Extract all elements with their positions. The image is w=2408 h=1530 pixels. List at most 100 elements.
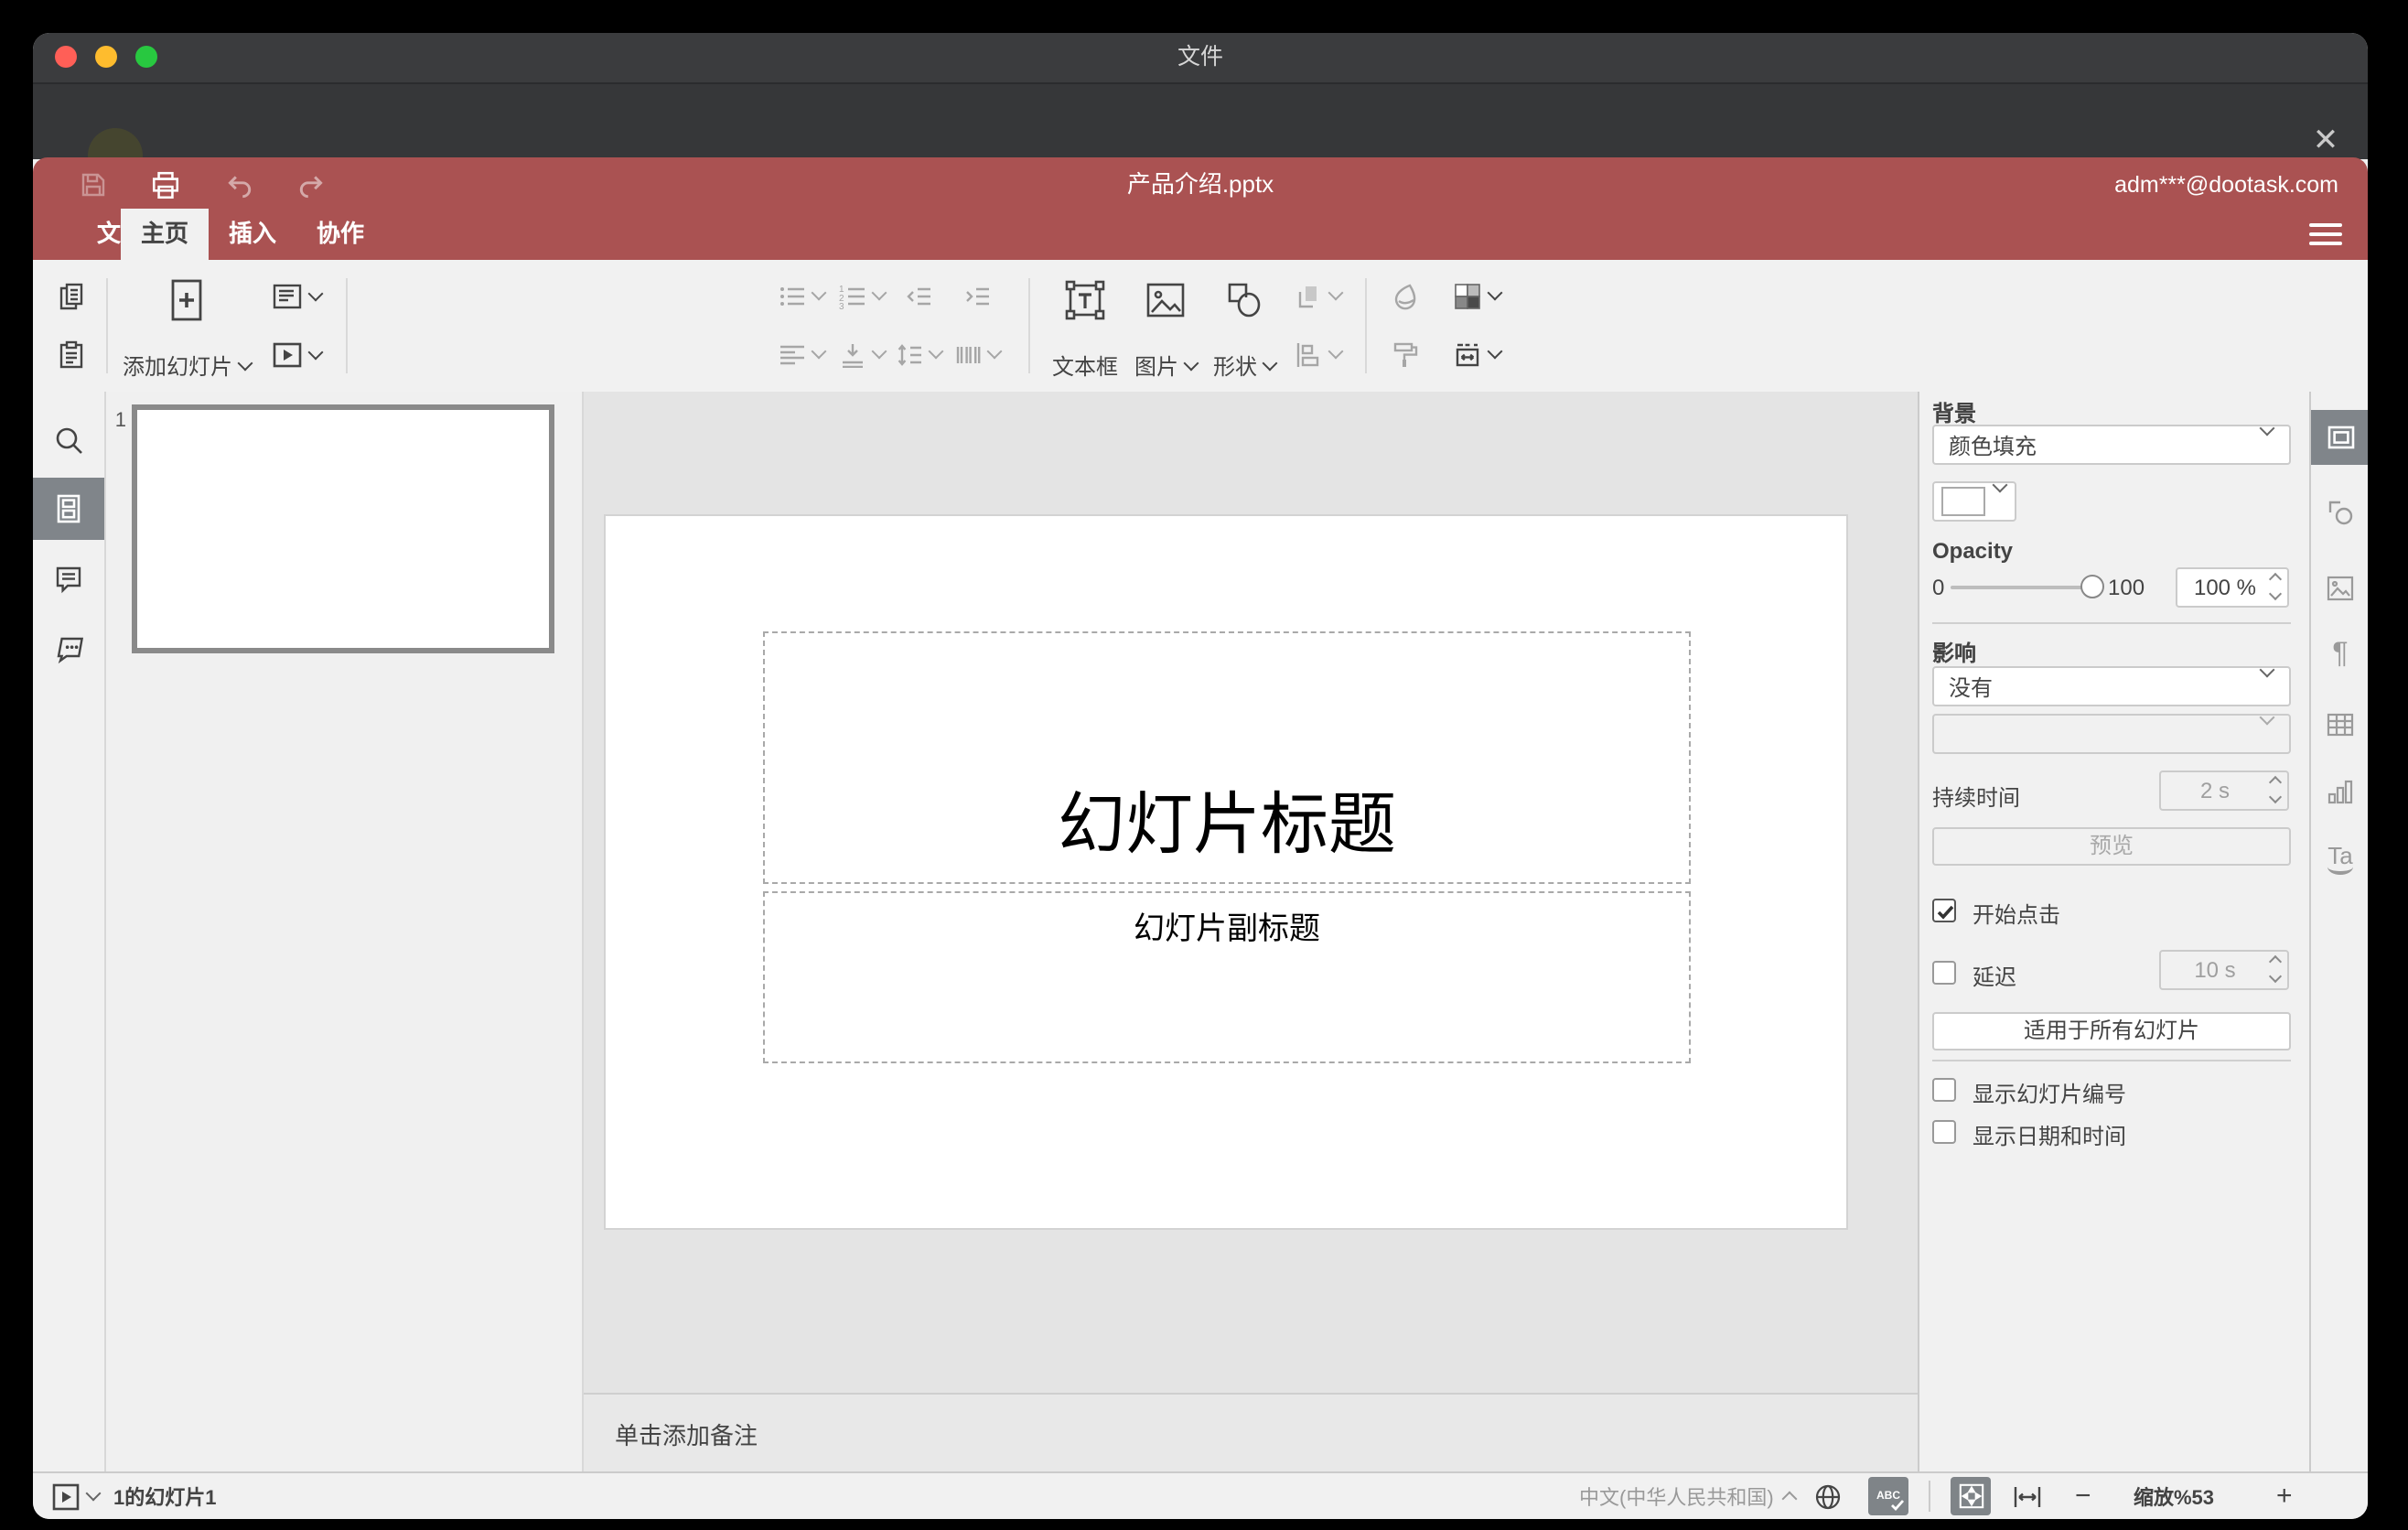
language-selector[interactable]: 中文(中华人民共和国)	[1579, 1473, 1799, 1519]
fill-type-select[interactable]: 颜色填充	[1932, 420, 2291, 465]
show-date-time-checkbox[interactable]	[1932, 1120, 1956, 1144]
line-spacing-button[interactable]	[896, 342, 944, 368]
right-icon-bar: ¶ Ta	[2309, 392, 2368, 1471]
effect-option-select[interactable]	[1932, 709, 2291, 754]
start-slideshow-button[interactable]	[272, 341, 324, 369]
copy-button[interactable]	[57, 282, 86, 311]
svg-text:3: 3	[839, 302, 844, 309]
arrange-shape-button[interactable]	[1294, 282, 1344, 311]
screen: 文件 ✕ 产品介绍.pptx adm***@dootask.com 主页 插入 …	[0, 0, 2408, 1530]
add-slide-icon[interactable]	[165, 276, 209, 331]
editor-header: 产品介绍.pptx adm***@dootask.com 文件 主页 插入 协作	[33, 157, 2368, 260]
slide-layout-button[interactable]	[272, 283, 324, 310]
slide-title-text: 幻灯片标题	[1058, 787, 1396, 862]
copy-style-button[interactable]	[1391, 340, 1420, 370]
comments-icon[interactable]	[33, 547, 104, 609]
slides-panel-tab[interactable]	[33, 478, 104, 540]
zoom-level: 缩放%53	[2134, 1487, 2215, 1509]
preview-button[interactable]: 预览	[1932, 827, 2291, 866]
decrease-indent-button[interactable]	[905, 284, 932, 309]
increase-indent-button[interactable]	[963, 284, 991, 309]
clear-style-button[interactable]	[1391, 282, 1420, 311]
opacity-label: Opacity	[1932, 538, 2014, 564]
align-shape-button[interactable]	[1294, 340, 1344, 370]
apply-to-all-slides-button[interactable]: 适用于所有幻灯片	[1932, 1012, 2291, 1051]
vertical-align-button[interactable]	[839, 342, 887, 368]
textart-settings-tab[interactable]: Ta	[2311, 831, 2368, 886]
statusbar-divider	[1929, 1481, 1930, 1512]
user-email: adm***@dootask.com	[2114, 172, 2338, 198]
delay-label: 延迟	[1973, 964, 2017, 990]
slide-settings-panel: 背景 颜色填充 Opacity 0 100 100 % 影响 没有 持续时间 2…	[1918, 392, 2309, 1471]
start-on-click-label: 开始点击	[1973, 902, 2061, 928]
fill-color-picker[interactable]	[1932, 477, 2016, 522]
insert-shape-icon[interactable]	[1222, 278, 1266, 322]
slide-settings-tab[interactable]	[2311, 410, 2368, 465]
image-settings-tab[interactable]	[2311, 560, 2368, 615]
opacity-min-label: 0	[1932, 575, 1945, 600]
tab-collaboration[interactable]: 协作	[300, 209, 381, 260]
slide-thumbnail[interactable]	[132, 404, 554, 653]
host-app-strip	[33, 84, 2368, 159]
zoom-out-button[interactable]: −	[2075, 1473, 2091, 1519]
slide-caption: 1的幻灯片1	[113, 1487, 217, 1509]
paste-button[interactable]	[57, 340, 86, 370]
window-title: 文件	[1177, 44, 1223, 70]
subtitle-placeholder[interactable]: 幻灯片副标题	[763, 891, 1691, 1063]
close-icon[interactable]: ✕	[2306, 121, 2346, 161]
table-settings-tab[interactable]	[2311, 697, 2368, 752]
paragraph-settings-tab[interactable]: ¶	[2311, 628, 2368, 683]
chart-settings-tab[interactable]	[2311, 763, 2368, 818]
notes-placeholder-text: 单击添加备注	[615, 1422, 758, 1449]
editor-canvas: 幻灯片标题 幻灯片副标题 单击添加备注	[584, 392, 1918, 1471]
numbering-button[interactable]: 123	[839, 284, 887, 309]
textbox-icon[interactable]	[1063, 278, 1107, 322]
slide-size-button[interactable]	[1453, 340, 1503, 370]
effect-select[interactable]: 没有	[1932, 662, 2291, 706]
slide-number: 1	[114, 410, 126, 432]
zoom-in-button[interactable]: +	[2276, 1473, 2293, 1519]
toolbar: 添加幻灯片 A▲ A▼ Aa B I U S	[33, 260, 2368, 608]
show-date-time-label: 显示日期和时间	[1973, 1124, 2127, 1149]
shape-settings-tab[interactable]	[2311, 485, 2368, 540]
horizontal-align-button[interactable]	[779, 342, 827, 368]
duration-spinner[interactable]: 2 s	[2159, 770, 2289, 811]
slide[interactable]: 幻灯片标题 幻灯片副标题	[606, 516, 1846, 1228]
document-title: 产品介绍.pptx	[1126, 170, 1274, 198]
opacity-max-label: 100	[2108, 575, 2145, 600]
delay-spinner[interactable]: 10 s	[2159, 950, 2289, 990]
show-slide-number-checkbox[interactable]	[1932, 1078, 1956, 1102]
insert-image-button[interactable]: 图片	[1134, 350, 1199, 382]
macos-titlebar: 文件	[33, 33, 2368, 84]
color-scheme-button[interactable]	[1453, 282, 1503, 311]
spellcheck-toggle[interactable]: ABC	[1868, 1477, 1908, 1515]
delay-checkbox[interactable]	[1932, 961, 1956, 985]
title-placeholder[interactable]: 幻灯片标题	[763, 631, 1691, 884]
chat-icon[interactable]	[33, 617, 104, 679]
textbox-button[interactable]: 文本框	[1052, 350, 1118, 382]
tab-insert[interactable]: 插入	[212, 209, 293, 260]
menu-icon[interactable]	[2309, 218, 2342, 245]
columns-button[interactable]	[954, 342, 1003, 368]
tab-home[interactable]: 主页	[121, 209, 209, 260]
status-bar: 1的幻灯片1 中文(中华人民共和国) ABC − 缩放%53 +	[33, 1471, 2368, 1519]
add-slide-button[interactable]: 添加幻灯片	[123, 350, 253, 382]
notes-area[interactable]: 单击添加备注	[584, 1393, 1918, 1471]
show-slide-number-label: 显示幻灯片编号	[1973, 1082, 2127, 1107]
search-icon[interactable]	[33, 408, 104, 470]
bullets-button[interactable]	[779, 284, 827, 309]
start-on-click-checkbox[interactable]	[1932, 899, 1956, 922]
background-label: 背景	[1932, 401, 1977, 426]
set-language-icon[interactable]	[1813, 1473, 1843, 1519]
insert-shape-button[interactable]: 形状	[1213, 350, 1278, 382]
fit-to-width-button[interactable]	[2013, 1473, 2042, 1519]
opacity-value-spinner[interactable]: 100 %	[2176, 567, 2289, 608]
duration-label: 持续时间	[1932, 785, 2021, 811]
opacity-slider-thumb[interactable]	[2080, 575, 2104, 598]
fit-to-slide-toggle[interactable]	[1951, 1477, 1991, 1515]
slide-thumbnail-panel: 1	[106, 392, 584, 1471]
start-slideshow-statusbar-button[interactable]	[51, 1473, 102, 1519]
opacity-slider-track[interactable]	[1951, 586, 2084, 589]
insert-image-icon[interactable]	[1144, 280, 1188, 320]
app-window: 文件 ✕ 产品介绍.pptx adm***@dootask.com 主页 插入 …	[33, 33, 2368, 1519]
